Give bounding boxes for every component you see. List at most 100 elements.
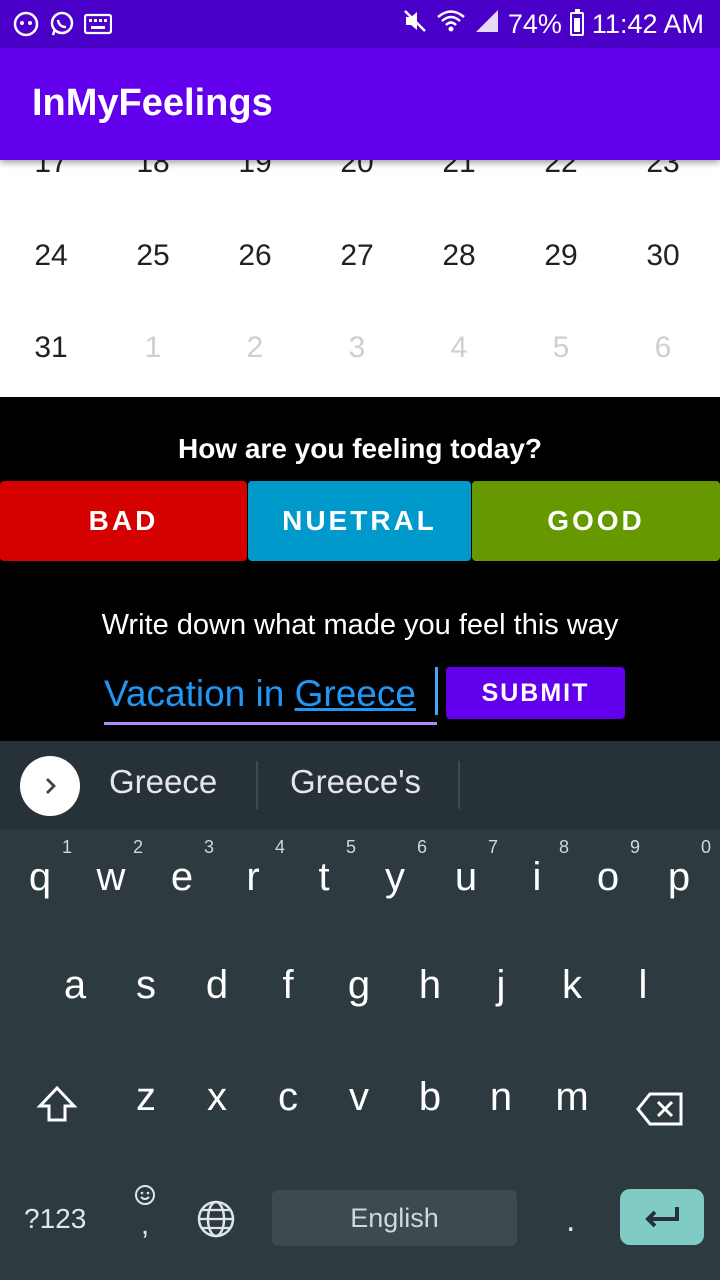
key-label: m bbox=[555, 1075, 589, 1119]
key-label: f bbox=[282, 963, 294, 1007]
keyboard-key[interactable]: o9 bbox=[578, 837, 640, 900]
keyboard-key[interactable]: a bbox=[45, 947, 105, 1008]
period-key[interactable]: . bbox=[566, 1201, 575, 1240]
key-label: x bbox=[207, 1075, 227, 1119]
key-label: k bbox=[562, 963, 582, 1007]
keyboard-key[interactable]: p0 bbox=[649, 837, 711, 900]
calendar-day[interactable]: 3 bbox=[317, 318, 397, 378]
calendar-day[interactable]: 1 bbox=[113, 318, 193, 378]
keyboard-key[interactable]: n bbox=[471, 1059, 531, 1120]
suggestion-strip: Greece Greece's bbox=[0, 741, 720, 829]
key-number-hint: 6 bbox=[416, 837, 427, 857]
calendar-day[interactable]: 2 bbox=[215, 318, 295, 378]
input-underline bbox=[104, 722, 437, 725]
emoji-comma-key[interactable]: , bbox=[130, 1183, 160, 1241]
calendar-day[interactable]: 4 bbox=[419, 318, 499, 378]
keyboard-key[interactable]: g bbox=[329, 947, 389, 1008]
key-label: p bbox=[667, 855, 691, 899]
key-label: i bbox=[532, 855, 542, 899]
symbols-key[interactable]: ?123 bbox=[24, 1203, 86, 1235]
suggestion-2[interactable]: Greece's bbox=[290, 763, 421, 801]
text-cursor bbox=[435, 667, 438, 715]
globe-icon[interactable] bbox=[196, 1199, 236, 1244]
calendar-day[interactable]: 26 bbox=[215, 226, 295, 286]
calendar-week-row: 31 1 2 3 4 5 6 bbox=[0, 318, 720, 378]
calendar-day[interactable]: 6 bbox=[623, 318, 703, 378]
calendar-day[interactable]: 22 bbox=[521, 160, 601, 193]
calendar-day[interactable]: 24 bbox=[11, 226, 91, 286]
keyboard-key[interactable]: z bbox=[116, 1059, 176, 1120]
calendar-day[interactable]: 23 bbox=[623, 160, 703, 193]
good-mood-button[interactable]: GOOD bbox=[472, 481, 720, 561]
key-label: u bbox=[454, 855, 478, 899]
calendar-day[interactable]: 17 bbox=[11, 160, 91, 193]
signal-icon bbox=[474, 8, 500, 41]
keyboard-key[interactable]: k bbox=[542, 947, 602, 1008]
app-title: InMyFeelings bbox=[32, 82, 273, 124]
calendar-day[interactable]: 27 bbox=[317, 226, 397, 286]
keyboard-key[interactable]: f bbox=[258, 947, 318, 1008]
keyboard-key[interactable]: l bbox=[613, 947, 673, 1008]
key-label: y bbox=[385, 855, 405, 899]
keyboard-key[interactable]: r4 bbox=[223, 837, 285, 900]
calendar-day[interactable]: 19 bbox=[215, 160, 295, 193]
keyboard-key[interactable]: b bbox=[400, 1059, 460, 1120]
key-number-hint: 8 bbox=[558, 837, 569, 857]
feeling-note-input[interactable]: Vacation in Greece bbox=[104, 667, 438, 725]
bad-mood-button[interactable]: BAD bbox=[0, 481, 247, 561]
enter-arrow-icon bbox=[645, 1207, 679, 1228]
shift-key-icon[interactable] bbox=[36, 1084, 78, 1129]
suggestion-1[interactable]: Greece bbox=[109, 763, 217, 801]
submit-button[interactable]: SUBMIT bbox=[446, 667, 625, 719]
calendar-day[interactable]: 29 bbox=[521, 226, 601, 286]
keyboard-key[interactable]: x bbox=[187, 1059, 247, 1120]
battery-percent: 74% bbox=[507, 8, 562, 39]
keyboard-key[interactable]: t5 bbox=[294, 837, 356, 900]
backspace-key-icon[interactable] bbox=[636, 1091, 684, 1132]
enter-key[interactable] bbox=[620, 1189, 704, 1245]
chevron-right-icon[interactable] bbox=[20, 756, 80, 816]
feeling-section: How are you feeling today? BAD NUETRAL G… bbox=[0, 397, 720, 741]
calendar-view[interactable]: 17 18 19 20 21 22 23 24 25 26 27 28 29 30 31 1 2 3 4 5 6 bbox=[0, 160, 720, 397]
space-key[interactable]: English bbox=[272, 1190, 517, 1246]
keyboard-icon bbox=[84, 10, 112, 38]
key-label: o bbox=[596, 855, 620, 899]
key-label: s bbox=[136, 963, 156, 1007]
calendar-day[interactable]: 20 bbox=[317, 160, 397, 193]
key-label: t bbox=[318, 855, 330, 899]
battery-icon bbox=[569, 9, 584, 36]
key-label: r bbox=[246, 855, 260, 899]
key-number-hint: 3 bbox=[203, 837, 214, 857]
comma-label: , bbox=[140, 1208, 150, 1241]
keyboard-key[interactable]: s bbox=[116, 947, 176, 1008]
key-label: h bbox=[418, 963, 442, 1007]
keyboard-key[interactable]: d bbox=[187, 947, 247, 1008]
keyboard-key[interactable]: h bbox=[400, 947, 460, 1008]
key-label: j bbox=[496, 963, 506, 1007]
key-label: n bbox=[489, 1075, 513, 1119]
keyboard-key[interactable]: m bbox=[542, 1059, 602, 1120]
keyboard-key[interactable]: e3 bbox=[152, 837, 214, 900]
keyboard-key[interactable]: c bbox=[258, 1059, 318, 1120]
keyboard-key[interactable]: j bbox=[471, 947, 531, 1008]
keyboard-key[interactable]: w2 bbox=[81, 837, 143, 900]
calendar-day[interactable]: 25 bbox=[113, 226, 193, 286]
calendar-day[interactable]: 21 bbox=[419, 160, 499, 193]
key-number-hint: 5 bbox=[345, 837, 356, 857]
keyboard-key[interactable]: v bbox=[329, 1059, 389, 1120]
calendar-day[interactable]: 31 bbox=[11, 318, 91, 378]
suggestion-divider bbox=[256, 761, 258, 809]
key-label: a bbox=[63, 963, 87, 1007]
calendar-day[interactable]: 30 bbox=[623, 226, 703, 286]
keyboard-key[interactable]: i8 bbox=[507, 837, 569, 900]
calendar-day[interactable]: 5 bbox=[521, 318, 601, 378]
keyboard-key[interactable]: y6 bbox=[365, 837, 427, 900]
keyboard-key[interactable]: u7 bbox=[436, 837, 498, 900]
calendar-day[interactable]: 18 bbox=[113, 160, 193, 193]
calendar-day[interactable]: 28 bbox=[419, 226, 499, 286]
mute-icon bbox=[402, 8, 428, 41]
calendar-week-row: 24 25 26 27 28 29 30 bbox=[0, 226, 720, 286]
neutral-mood-button[interactable]: NUETRAL bbox=[248, 481, 471, 561]
keyboard-key[interactable]: q1 bbox=[10, 837, 72, 900]
key-label: c bbox=[278, 1075, 298, 1119]
